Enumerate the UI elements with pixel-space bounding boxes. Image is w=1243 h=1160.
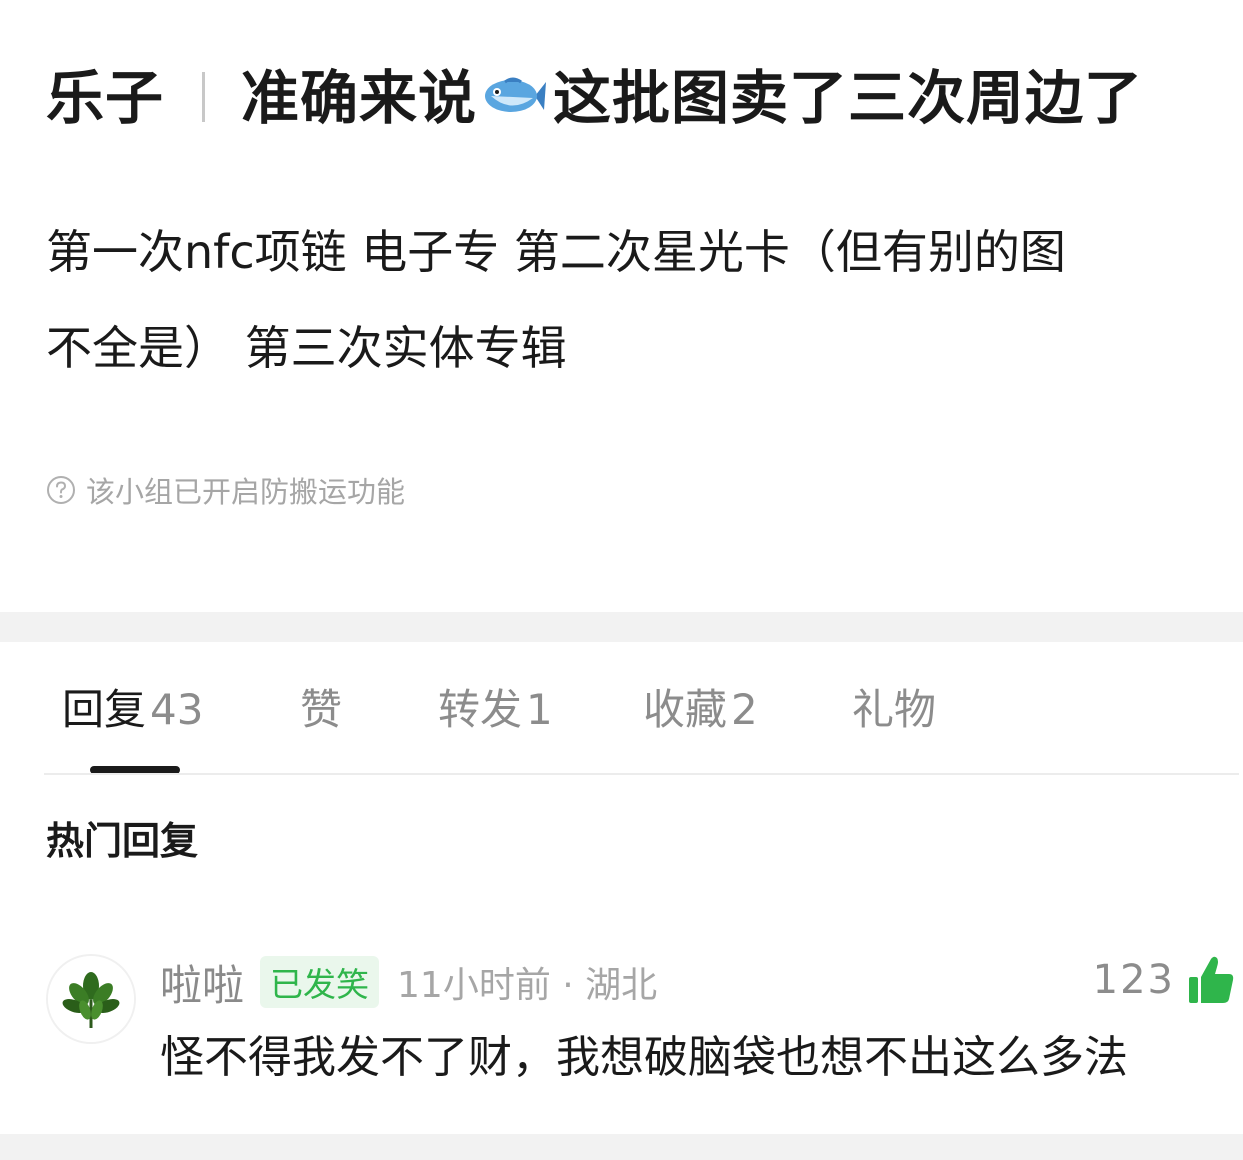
comment-text: 怪不得我发不了财，我想破脑袋也想不出这么多法 (160, 1032, 1128, 1083)
reaction-tabs: 回复43 赞 转发1 收藏2 礼物 (0, 642, 1243, 774)
tab-label: 礼物 (852, 685, 937, 734)
like-button[interactable]: 123 (1093, 952, 1235, 1008)
comment-item: 啦啦 已发笑 11小时前 · 湖北 123 怪不得我发不了财，我想破脑袋也想不出… (0, 940, 1243, 1130)
post-body-line: 第一次nfc项链 电子专 第二次星光卡（但有别的图 (46, 225, 1066, 279)
thumbs-up-icon (1189, 956, 1234, 1003)
like-count: 123 (1092, 957, 1175, 1003)
tab-label: 赞 (300, 685, 343, 734)
leaf-avatar-icon (48, 956, 134, 1042)
tab-label: 回复 (62, 685, 147, 734)
avatar[interactable] (46, 954, 136, 1044)
comment-meta: 啦啦 已发笑 11小时前 · 湖北 (160, 956, 658, 1010)
title-text-part1: 准确来说 (241, 64, 478, 133)
tab-reposts[interactable]: 转发1 (438, 682, 553, 738)
title-text-part2: 这批图卖了三次周边了 (553, 64, 1144, 133)
hot-replies-heading: 热门回复 (46, 819, 199, 863)
bottom-divider-band (0, 1134, 1243, 1160)
post-title: 乐子 准确来说 这批图卖了三次周边了 (46, 58, 1226, 146)
post-body-line: 不全是） 第三次实体专辑 (46, 321, 567, 375)
tab-label: 收藏 (643, 685, 728, 734)
group-name[interactable]: 乐子 (46, 58, 164, 138)
section-divider-band (0, 612, 1243, 642)
status-badge: 已发笑 (260, 956, 380, 1008)
question-circle-icon (47, 476, 75, 504)
tab-favorites[interactable]: 收藏2 (643, 682, 758, 738)
notice-text: 该小组已开启防搬运功能 (86, 475, 406, 509)
tab-count: 1 (526, 685, 553, 734)
tab-count: 43 (150, 685, 204, 734)
title-separator (202, 72, 206, 122)
comment-username[interactable]: 啦啦 (160, 952, 244, 1013)
post-body: 第一次nfc项链 电子专 第二次星光卡（但有别的图 不全是） 第三次实体专辑 (46, 204, 1216, 396)
tab-gifts[interactable]: 礼物 (852, 682, 936, 738)
tabs-divider (44, 773, 1239, 775)
tab-likes[interactable]: 赞 (300, 682, 342, 738)
tab-label: 转发 (438, 685, 523, 734)
anti-repost-notice[interactable]: 该小组已开启防搬运功能 (46, 472, 406, 509)
post-card: 乐子 准确来说 这批图卖了三次周边了 第一次nfc项链 电子专 第二次星光卡（但有… (0, 0, 1243, 612)
tab-count: 2 (731, 685, 758, 734)
tab-replies[interactable]: 回复43 (62, 682, 203, 738)
fish-icon (483, 58, 547, 138)
comment-time-location: 11小时前 · 湖北 (397, 965, 658, 1006)
